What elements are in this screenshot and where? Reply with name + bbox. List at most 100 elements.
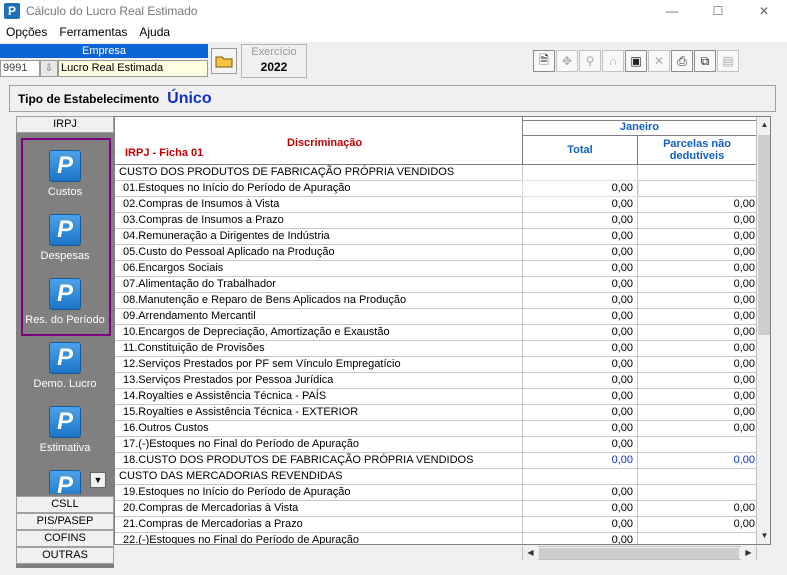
custos-icon: P bbox=[49, 150, 81, 182]
total-cell[interactable]: 0,00 bbox=[523, 213, 638, 228]
total-cell[interactable]: 0,00 bbox=[523, 421, 638, 436]
header-ficha: IRPJ - Ficha 01 bbox=[125, 147, 204, 159]
parcelas-cell[interactable]: 0,00 bbox=[638, 277, 756, 292]
document-button[interactable]: 🗎 bbox=[533, 50, 555, 72]
total-cell[interactable]: 0,00 bbox=[523, 389, 638, 404]
total-cell[interactable]: 0,00 bbox=[523, 261, 638, 276]
parcelas-cell[interactable]: 0,00 bbox=[638, 309, 756, 324]
total-cell[interactable]: 0,00 bbox=[523, 293, 638, 308]
total-cell[interactable]: 0,00 bbox=[523, 517, 638, 532]
move-button[interactable]: ✥ bbox=[556, 50, 578, 72]
sidebar-tab-pis-pasep[interactable]: PIS/PASEP bbox=[16, 513, 114, 530]
scroll-right-button[interactable]: ▶ bbox=[741, 546, 756, 560]
parcelas-cell[interactable]: 0,00 bbox=[638, 197, 756, 212]
parcelas-cell[interactable]: 0,00 bbox=[638, 405, 756, 420]
parcelas-cell[interactable]: 0,00 bbox=[638, 261, 756, 276]
parcelas-cell[interactable]: 0,00 bbox=[638, 421, 756, 436]
horizontal-scrollbar[interactable]: ◀ ▶ bbox=[522, 546, 757, 560]
empresa-name-field[interactable]: Lucro Real Estimada bbox=[58, 60, 208, 77]
section-row: CUSTO DAS MERCADORIAS REVENDIDAS bbox=[115, 469, 756, 485]
res-periodo-icon: P bbox=[49, 278, 81, 310]
parcelas-cell[interactable]: 0,00 bbox=[638, 453, 756, 468]
save-button[interactable]: ▣ bbox=[625, 50, 647, 72]
vertical-scroll-thumb[interactable] bbox=[758, 135, 770, 335]
calculator-button[interactable]: ▤ bbox=[717, 50, 739, 72]
total-cell[interactable]: 0,00 bbox=[523, 501, 638, 516]
tipo-value: Único bbox=[167, 89, 212, 107]
total-cell[interactable]: 0,00 bbox=[523, 197, 638, 212]
toolbar: Empresa 9991 ⇩ Lucro Real Estimada Exerc… bbox=[0, 42, 787, 82]
total-cell[interactable]: 0,00 bbox=[523, 229, 638, 244]
delete-button[interactable]: ✕ bbox=[648, 50, 670, 72]
parcelas-cell[interactable] bbox=[638, 533, 756, 544]
total-cell[interactable]: 0,00 bbox=[523, 373, 638, 388]
sidebar-item-estimativa[interactable]: P Estimativa bbox=[16, 400, 114, 464]
table-row: 05.Custo do Pessoal Aplicado na Produção… bbox=[115, 245, 756, 261]
sidebar-tab-cofins[interactable]: COFINS bbox=[16, 530, 114, 547]
exercicio-box[interactable]: Exercício 2022 bbox=[241, 44, 307, 78]
total-cell bbox=[523, 165, 638, 180]
sidebar-item-demo-lucro[interactable]: P Demo. Lucro bbox=[16, 336, 114, 400]
parcelas-cell[interactable]: 0,00 bbox=[638, 389, 756, 404]
total-cell[interactable]: 0,00 bbox=[523, 245, 638, 260]
total-cell[interactable]: 0,00 bbox=[523, 437, 638, 452]
sidebar-scroll-down-button[interactable]: ▼ bbox=[90, 472, 106, 488]
parcelas-cell[interactable]: 0,00 bbox=[638, 325, 756, 340]
total-cell[interactable]: 0,00 bbox=[523, 325, 638, 340]
empresa-lookup-button[interactable]: ⇩ bbox=[40, 60, 58, 77]
parcelas-cell[interactable]: 0,00 bbox=[638, 517, 756, 532]
print-button[interactable]: ⎙ bbox=[671, 50, 693, 72]
sidebar-tab-outras[interactable]: OUTRAS bbox=[16, 547, 114, 564]
table-row: 19.Estoques no Início do Período de Apur… bbox=[115, 485, 756, 501]
sidebar-tab-csll[interactable]: CSLL bbox=[16, 496, 114, 513]
row-description: 11.Constituição de Provisões bbox=[115, 341, 523, 356]
total-cell bbox=[523, 469, 638, 484]
empresa-code-input[interactable]: 9991 bbox=[0, 60, 40, 77]
parcelas-cell[interactable]: 0,00 bbox=[638, 501, 756, 516]
total-cell[interactable]: 0,00 bbox=[523, 341, 638, 356]
table-row: 06.Encargos Sociais 0,00 0,00 bbox=[115, 261, 756, 277]
total-cell[interactable]: 0,00 bbox=[523, 533, 638, 544]
sidebar-item-custos[interactable]: P Custos bbox=[16, 144, 114, 208]
parcelas-cell[interactable]: 0,00 bbox=[638, 357, 756, 372]
close-button[interactable]: ✕ bbox=[741, 0, 787, 22]
total-cell[interactable]: 0,00 bbox=[523, 357, 638, 372]
parcelas-cell[interactable] bbox=[638, 485, 756, 500]
total-cell[interactable]: 0,00 bbox=[523, 309, 638, 324]
parcelas-cell[interactable]: 0,00 bbox=[638, 373, 756, 388]
minimize-button[interactable]: — bbox=[649, 0, 695, 22]
total-cell[interactable]: 0,00 bbox=[522, 180, 639, 197]
parcelas-cell[interactable] bbox=[638, 437, 756, 452]
search-user-button[interactable]: ⚲ bbox=[579, 50, 601, 72]
menu-ajuda[interactable]: Ajuda bbox=[133, 25, 176, 39]
parcelas-cell[interactable]: 0,00 bbox=[638, 229, 756, 244]
demo-lucro-icon: P bbox=[49, 342, 81, 374]
scroll-up-button[interactable]: ▲ bbox=[757, 117, 770, 133]
maximize-button[interactable]: ☐ bbox=[695, 0, 741, 22]
total-cell[interactable]: 0,00 bbox=[523, 485, 638, 500]
parcelas-cell[interactable]: 0,00 bbox=[638, 293, 756, 308]
menu-opcoes[interactable]: Opções bbox=[0, 25, 53, 39]
sidebar-item-res-periodo[interactable]: P Res. do Período bbox=[16, 272, 114, 336]
section-row: CUSTO DOS PRODUTOS DE FABRICAÇÃO PRÓPRIA… bbox=[115, 165, 756, 181]
sidebar-item-despesas[interactable]: P Despesas bbox=[16, 208, 114, 272]
row-description: 07.Alimentação do Trabalhador bbox=[115, 277, 523, 292]
scroll-down-button[interactable]: ▼ bbox=[757, 528, 770, 544]
sidebar-tab-irpj[interactable]: IRPJ bbox=[16, 116, 114, 133]
parcelas-cell[interactable] bbox=[638, 181, 756, 196]
copy-icon: ⧉ bbox=[700, 53, 710, 68]
menu-ferramentas[interactable]: Ferramentas bbox=[53, 25, 133, 39]
copy-button[interactable]: ⧉ bbox=[694, 50, 716, 72]
open-folder-button[interactable] bbox=[211, 48, 237, 74]
scroll-left-button[interactable]: ◀ bbox=[523, 546, 538, 560]
header-parcelas: Parcelas não dedutíveis bbox=[638, 136, 756, 165]
magnet-button[interactable]: ∩ bbox=[602, 50, 624, 72]
horizontal-scroll-thumb[interactable] bbox=[539, 548, 739, 559]
total-cell[interactable]: 0,00 bbox=[523, 453, 638, 468]
total-cell[interactable]: 0,00 bbox=[523, 405, 638, 420]
vertical-scrollbar[interactable]: ▲ ▼ bbox=[756, 117, 770, 544]
parcelas-cell[interactable]: 0,00 bbox=[638, 213, 756, 228]
parcelas-cell[interactable]: 0,00 bbox=[638, 245, 756, 260]
parcelas-cell[interactable]: 0,00 bbox=[638, 341, 756, 356]
total-cell[interactable]: 0,00 bbox=[523, 277, 638, 292]
